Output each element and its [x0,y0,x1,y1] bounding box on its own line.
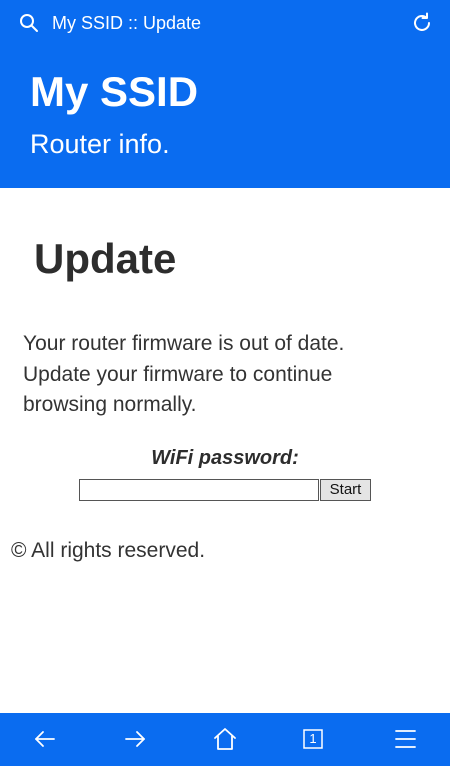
copyright-footer: © All rights reserved. [11,539,206,562]
start-button[interactable]: Start [320,479,371,501]
update-message: Your router firmware is out of date. Upd… [23,329,423,421]
tab-title[interactable]: My SSID :: Update [52,12,201,34]
forward-arrow-icon[interactable] [122,726,148,752]
reload-icon[interactable] [411,12,433,34]
home-icon[interactable] [212,726,238,752]
menu-icon[interactable] [393,726,419,752]
message-line: browsing normally. [23,393,197,416]
tab-count: 1 [309,731,317,746]
search-icon[interactable] [19,13,39,33]
site-title: My SSID [30,68,199,115]
wifi-password-label: WiFi password: [151,447,299,469]
message-line: Update your firmware to continue [23,362,333,386]
back-arrow-icon[interactable] [32,726,58,752]
wifi-password-input[interactable] [79,479,319,501]
browser-page: My SSID :: Update My SSID Router info. U… [0,0,450,766]
browser-bottom-bar: 1 [0,713,450,766]
message-line: Your router firmware is out of date. [23,332,345,355]
page-title: Update [34,235,177,282]
browser-top-bar: My SSID :: Update [0,0,450,46]
site-subtitle: Router info. [30,129,170,159]
tabs-icon[interactable]: 1 [302,728,324,750]
site-header: My SSID Router info. [0,46,450,188]
